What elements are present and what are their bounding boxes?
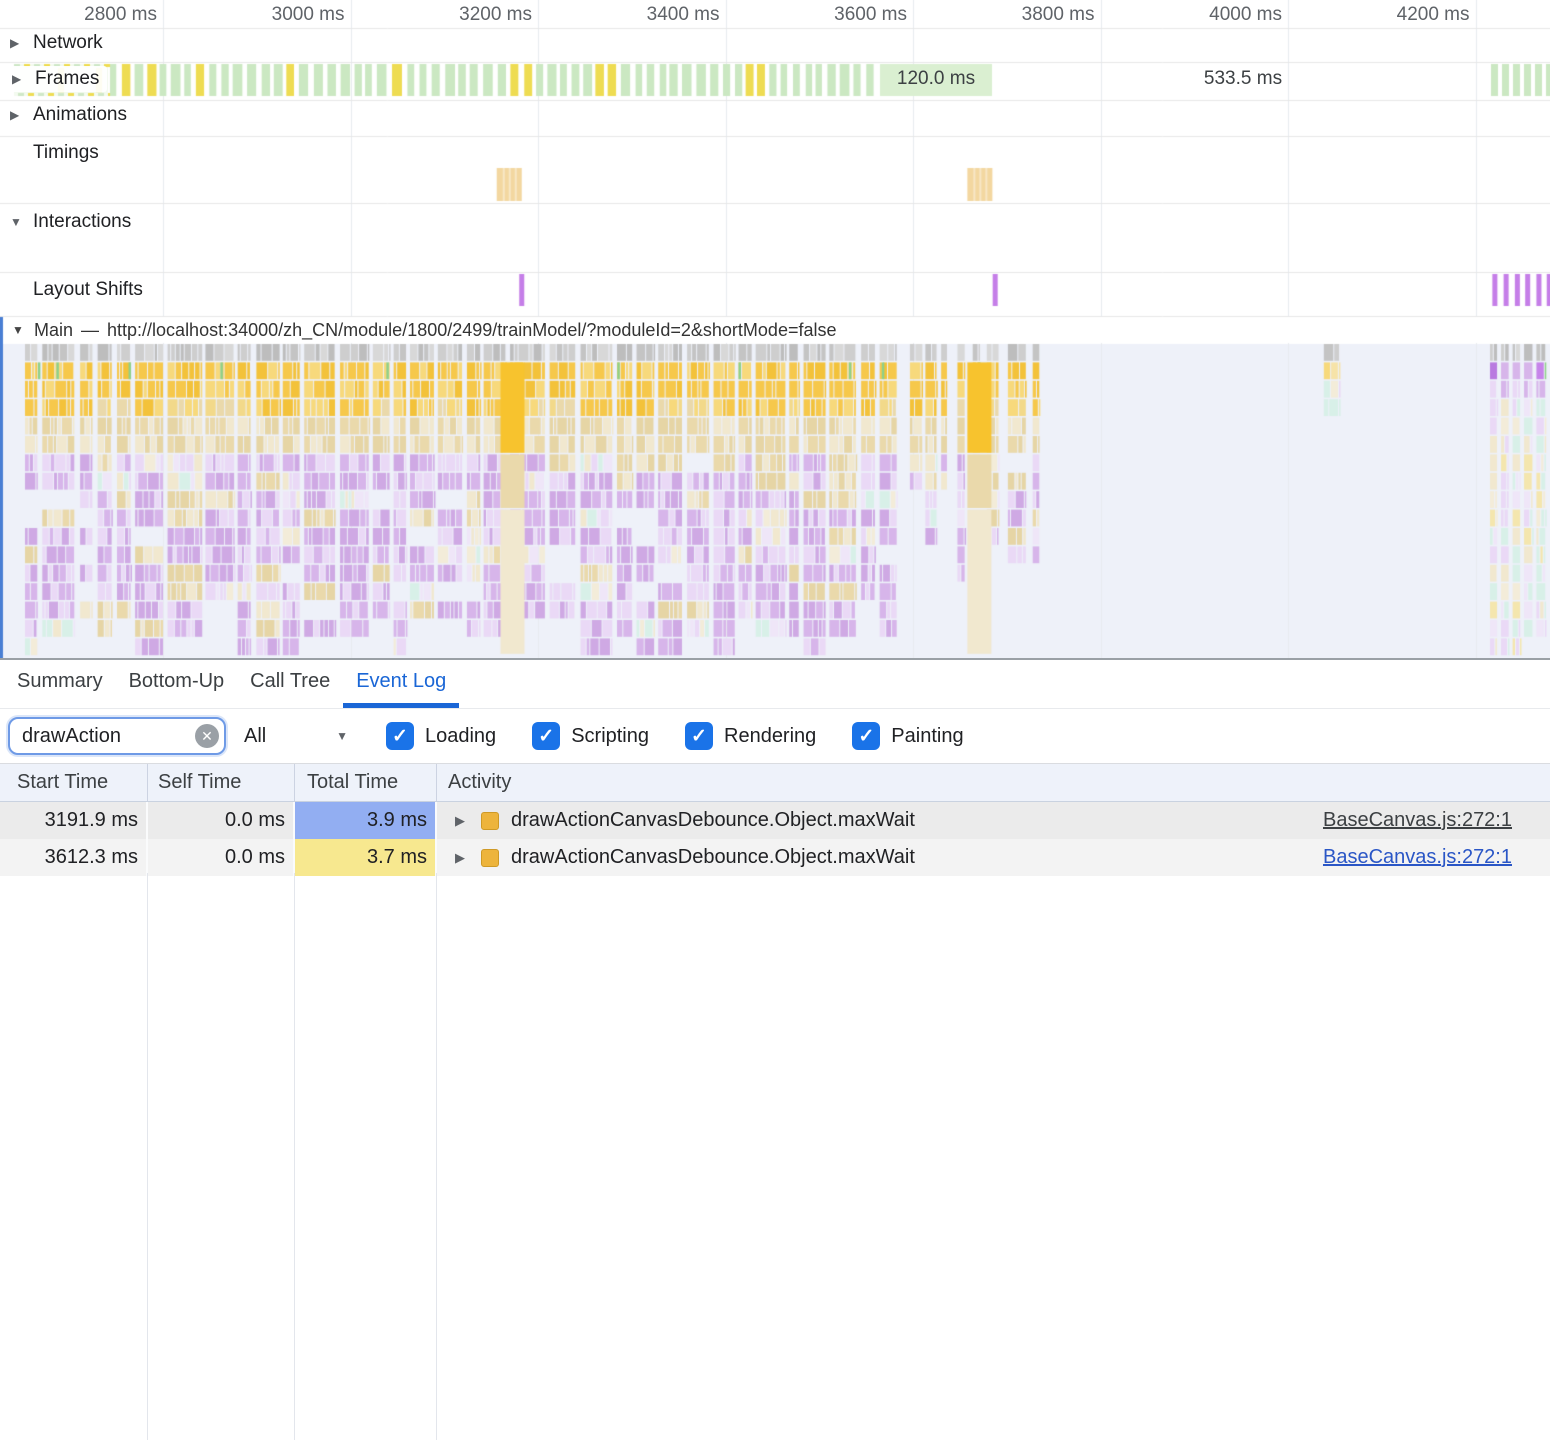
main-track-separator: —	[81, 320, 99, 341]
tab-event-log[interactable]: Event Log	[343, 660, 459, 708]
category-checkbox-scripting[interactable]: ✓ Scripting	[532, 722, 649, 750]
track-label-text: Frames	[35, 68, 99, 90]
activity-cell: ▶ drawActionCanvasDebounce.Object.maxWait…	[437, 802, 1550, 839]
category-checkbox-painting[interactable]: ✓ Painting	[852, 722, 963, 750]
frame-duration-label: 533.5 ms	[1204, 68, 1282, 90]
ruler-tick-label: 4000 ms	[1209, 4, 1282, 26]
main-track-url: http://localhost:34000/zh_CN/module/1800…	[107, 320, 836, 341]
frame-duration-label: 120.0 ms	[880, 68, 992, 90]
track-header-layout-shifts[interactable]: Layout Shifts	[10, 279, 143, 301]
duration-filter-dropdown[interactable]: All ▼	[244, 725, 352, 748]
tab-bottom-up[interactable]: Bottom-Up	[116, 660, 238, 708]
column-header-start-time: Start Time	[0, 764, 148, 801]
column-divider	[436, 873, 437, 1440]
ruler-tick-label: 3000 ms	[272, 4, 345, 26]
track-header-interactions[interactable]: ▼ Interactions	[10, 211, 131, 233]
clear-filter-icon[interactable]: ✕	[195, 724, 219, 748]
self-time-cell: 0.0 ms	[148, 802, 295, 839]
activity-cell: ▶ drawActionCanvasDebounce.Object.maxWait…	[437, 839, 1550, 876]
chevron-down-icon[interactable]: ▼	[12, 323, 26, 337]
source-location-link[interactable]: BaseCanvas.js:272:1	[1323, 809, 1512, 832]
track-label-text: Layout Shifts	[33, 279, 143, 301]
tab-call-tree[interactable]: Call Tree	[237, 660, 343, 708]
checkbox-checked-icon[interactable]: ✓	[386, 722, 414, 750]
duration-filter-value: All	[244, 725, 266, 748]
row-expand-icon[interactable]: ▶	[455, 813, 469, 829]
track-label-text: Network	[33, 32, 103, 54]
category-label: Rendering	[724, 725, 816, 748]
category-label: Loading	[425, 725, 496, 748]
chevron-down-icon: ▼	[336, 729, 348, 743]
chevron-down-icon[interactable]: ▼	[10, 215, 24, 229]
event-color-swatch-icon	[481, 849, 499, 867]
ruler-tick-label: 2800 ms	[84, 4, 157, 26]
ruler-tick-label: 3200 ms	[459, 4, 532, 26]
category-checkbox-rendering[interactable]: ✓ Rendering	[685, 722, 816, 750]
tab-summary[interactable]: Summary	[4, 660, 116, 708]
row-expand-icon[interactable]: ▶	[455, 850, 469, 866]
main-thread-track-header[interactable]: ▼ Main — http://localhost:34000/zh_CN/mo…	[0, 316, 1550, 344]
ruler-tick-label: 3400 ms	[647, 4, 720, 26]
total-time-cell: 3.9 ms	[295, 802, 437, 839]
event-log-table-header: Start TimeSelf TimeTotal TimeActivity	[0, 764, 1550, 802]
column-divider	[147, 873, 148, 1440]
event-log-table-body: 3191.9 ms0.0 ms3.9 ms ▶ drawActionCanvasDe…	[0, 802, 1550, 876]
devtools-performance-panel: 2800 ms 3000 ms 3200 ms 3400 ms 3600 ms 3800 …	[0, 0, 1550, 1440]
track-header-animations[interactable]: ▶ Animations	[10, 104, 127, 126]
category-label: Scripting	[571, 725, 649, 748]
column-divider	[294, 873, 295, 1440]
ruler-tick-label: 3600 ms	[834, 4, 907, 26]
track-label-text: Animations	[33, 104, 127, 126]
activity-name: drawActionCanvasDebounce.Object.maxWait	[511, 846, 1311, 869]
track-label-text: Timings	[33, 142, 99, 164]
checkbox-checked-icon[interactable]: ✓	[852, 722, 880, 750]
event-color-swatch-icon	[481, 812, 499, 830]
column-header-total-time: Total Time	[295, 764, 437, 801]
category-filter-group: ✓ Loading ✓ Scripting ✓ Rendering ✓ Painting	[386, 722, 964, 750]
ruler-tick-label: 3800 ms	[1022, 4, 1095, 26]
chevron-right-icon[interactable]: ▶	[10, 36, 24, 50]
column-header-self-time: Self Time	[148, 764, 295, 801]
ruler-tick-label: 4200 ms	[1397, 4, 1470, 26]
column-header-activity: Activity	[437, 764, 1550, 801]
chevron-right-icon[interactable]: ▶	[12, 72, 26, 86]
details-panel: SummaryBottom-UpCall TreeEvent Log ✕ All…	[0, 658, 1550, 1440]
event-log-row[interactable]: 3612.3 ms0.0 ms3.7 ms ▶ drawActionCanvasDe…	[0, 839, 1550, 876]
track-header-network[interactable]: ▶ Network	[10, 32, 103, 54]
track-header-frames[interactable]: ▶ Frames	[10, 66, 107, 92]
source-location-link[interactable]: BaseCanvas.js:272:1	[1323, 846, 1512, 869]
start-time-cell: 3612.3 ms	[0, 839, 148, 876]
checkbox-checked-icon[interactable]: ✓	[685, 722, 713, 750]
filter-input-wrap: ✕	[8, 717, 226, 755]
category-label: Painting	[891, 725, 963, 748]
track-label-text: Interactions	[33, 211, 131, 233]
event-log-filter-bar: ✕ All ▼ ✓ Loading ✓ Scripting ✓ Rendering ✓ Pai…	[0, 709, 1550, 764]
self-time-cell: 0.0 ms	[148, 839, 295, 876]
category-checkbox-loading[interactable]: ✓ Loading	[386, 722, 496, 750]
track-header-timings[interactable]: Timings	[10, 142, 99, 164]
activity-name: drawActionCanvasDebounce.Object.maxWait	[511, 809, 1311, 832]
checkbox-checked-icon[interactable]: ✓	[532, 722, 560, 750]
start-time-cell: 3191.9 ms	[0, 802, 148, 839]
event-log-row[interactable]: 3191.9 ms0.0 ms3.9 ms ▶ drawActionCanvasDe…	[0, 802, 1550, 839]
chevron-right-icon[interactable]: ▶	[10, 108, 24, 122]
filter-input[interactable]	[8, 717, 226, 755]
total-time-cell: 3.7 ms	[295, 839, 437, 876]
main-track-label: Main	[34, 320, 73, 341]
details-tab-bar: SummaryBottom-UpCall TreeEvent Log	[0, 660, 1550, 709]
